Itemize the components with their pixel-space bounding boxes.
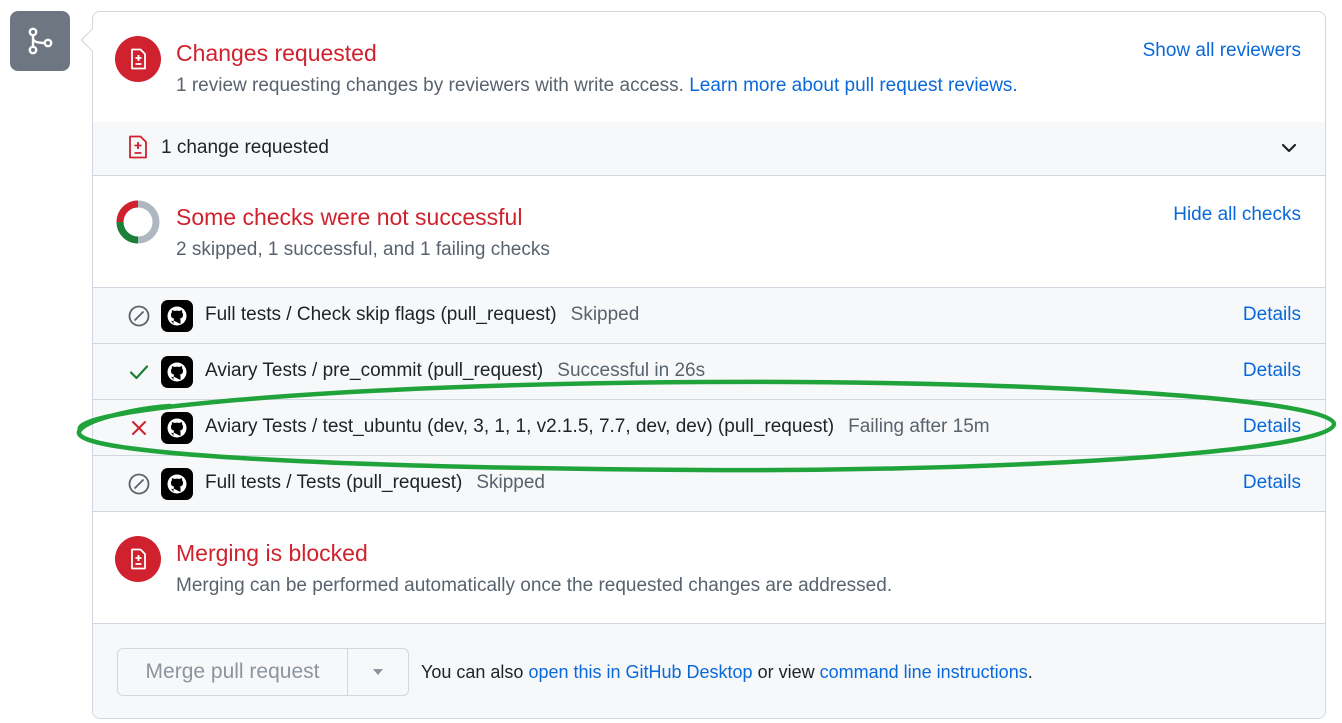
file-diff-icon bbox=[129, 135, 147, 159]
merge-action-area: Merge pull request You can also open thi… bbox=[93, 623, 1325, 718]
github-avatar bbox=[161, 468, 193, 500]
git-branch-icon bbox=[28, 27, 53, 55]
check-row: Full tests / Tests (pull_request) Skipped… bbox=[93, 455, 1325, 511]
github-desktop-link[interactable]: open this in GitHub Desktop bbox=[528, 662, 752, 682]
check-name-text: Aviary Tests / test_ubuntu (dev, 3, 1, 1… bbox=[205, 416, 835, 437]
merge-pull-request-button[interactable]: Merge pull request bbox=[118, 649, 348, 695]
review-subtitle: 1 review requesting changes by reviewers… bbox=[176, 75, 1018, 97]
checks-list: Full tests / Check skip flags (pull_requ… bbox=[93, 287, 1325, 511]
check-note: Skipped bbox=[570, 304, 640, 325]
file-diff-icon bbox=[131, 548, 146, 570]
git-branch-badge bbox=[10, 11, 70, 71]
github-avatar bbox=[161, 356, 193, 388]
merge-options-dropdown[interactable] bbox=[348, 649, 408, 695]
merging-blocked-section: Merging is blocked Merging can be perfor… bbox=[93, 511, 1325, 623]
check-details-link[interactable]: Details bbox=[1243, 472, 1301, 494]
merge-text-suffix: . bbox=[1027, 662, 1033, 682]
blocked-title: Merging is blocked bbox=[176, 540, 368, 566]
check-row: Aviary Tests / test_ubuntu (dev, 3, 1, 1… bbox=[93, 399, 1325, 455]
github-avatar bbox=[161, 412, 193, 444]
review-status-icon bbox=[115, 36, 161, 82]
check-note: Skipped bbox=[476, 472, 545, 493]
skip-icon bbox=[128, 473, 150, 495]
check-note: Successful in 26s bbox=[557, 360, 706, 381]
blocked-status-icon bbox=[115, 536, 161, 582]
changes-requested-row[interactable]: 1 change requested bbox=[93, 122, 1325, 176]
check-name-text: Full tests / Tests (pull_request) bbox=[205, 472, 463, 493]
command-line-instructions-link[interactable]: command line instructions bbox=[820, 662, 1028, 682]
show-all-reviewers-link[interactable]: Show all reviewers bbox=[1143, 40, 1301, 62]
checks-donut-icon bbox=[116, 200, 160, 244]
file-diff-icon bbox=[131, 48, 146, 70]
check-name-text: Full tests / Check skip flags (pull_requ… bbox=[205, 304, 557, 325]
merge-text-prefix: You can also bbox=[421, 662, 524, 682]
check-name-text: Aviary Tests / pre_commit (pull_request) bbox=[205, 360, 544, 381]
merge-button-group: Merge pull request bbox=[117, 648, 409, 696]
check-details-link[interactable]: Details bbox=[1243, 360, 1301, 382]
triangle-down-icon bbox=[373, 669, 383, 675]
hide-all-checks-link[interactable]: Hide all checks bbox=[1173, 204, 1301, 226]
github-mark-icon bbox=[167, 362, 187, 382]
checks-subtitle: 2 skipped, 1 successful, and 1 failing c… bbox=[176, 239, 550, 260]
changes-requested-label: 1 change requested bbox=[161, 137, 329, 158]
review-title: Changes requested bbox=[176, 40, 377, 66]
merge-text-middle: or view bbox=[757, 662, 815, 682]
merge-alternatives-text: You can also open this in GitHub Desktop… bbox=[421, 662, 1033, 683]
check-note: Failing after 15m bbox=[848, 416, 990, 437]
github-mark-icon bbox=[167, 306, 187, 326]
checks-title: Some checks were not successful bbox=[176, 204, 523, 230]
check-name: Full tests / Check skip flags (pull_requ… bbox=[205, 304, 639, 326]
github-mark-icon bbox=[167, 418, 187, 438]
check-icon bbox=[129, 365, 149, 380]
check-name: Aviary Tests / test_ubuntu (dev, 3, 1, 1… bbox=[205, 416, 990, 438]
learn-more-link[interactable]: Learn more about pull request reviews. bbox=[689, 75, 1017, 96]
merge-box: Changes requested 1 review requesting ch… bbox=[92, 11, 1326, 719]
review-subtitle-text: 1 review requesting changes by reviewers… bbox=[176, 75, 684, 96]
check-row: Aviary Tests / pre_commit (pull_request)… bbox=[93, 343, 1325, 399]
chevron-down-icon[interactable] bbox=[1279, 138, 1299, 158]
check-details-link[interactable]: Details bbox=[1243, 304, 1301, 326]
skip-icon bbox=[128, 305, 150, 327]
blocked-subtitle: Merging can be performed automatically o… bbox=[176, 575, 893, 596]
check-details-link[interactable]: Details bbox=[1243, 416, 1301, 438]
x-icon bbox=[132, 421, 146, 435]
check-name: Full tests / Tests (pull_request) Skipped bbox=[205, 472, 545, 494]
check-row: Full tests / Check skip flags (pull_requ… bbox=[93, 287, 1325, 343]
github-mark-icon bbox=[167, 474, 187, 494]
check-name: Aviary Tests / pre_commit (pull_request)… bbox=[205, 360, 705, 382]
github-avatar bbox=[161, 300, 193, 332]
